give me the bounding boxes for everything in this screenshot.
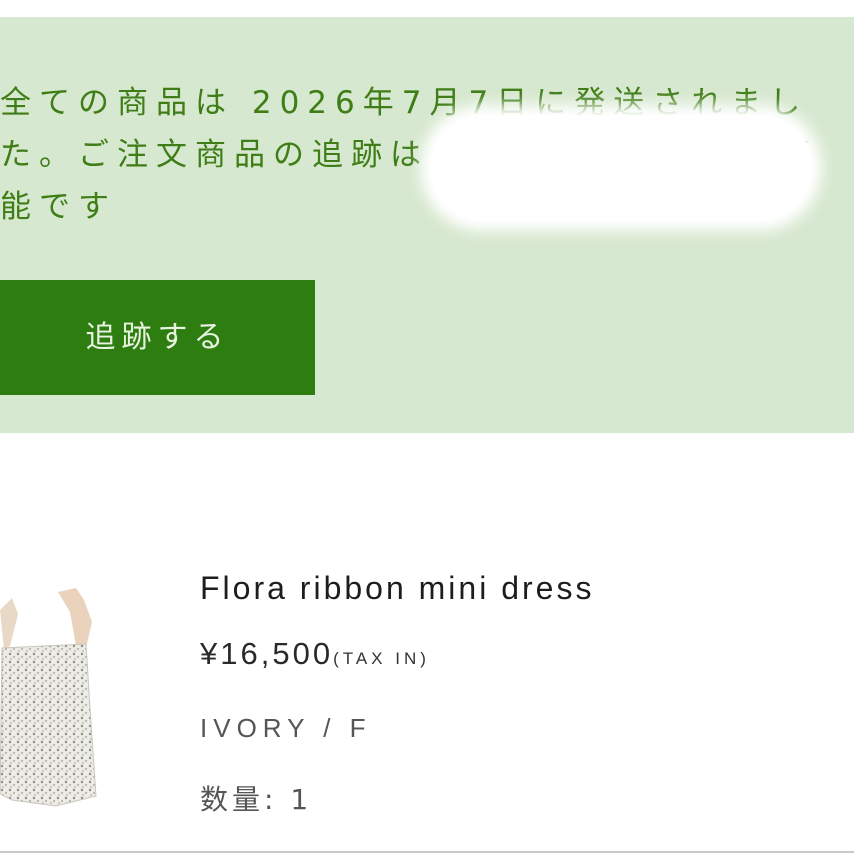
track-shipment-button[interactable]: 追跡する	[0, 280, 315, 395]
product-name[interactable]: Flora ribbon mini dress	[200, 570, 594, 607]
dress-thumbnail-image[interactable]	[0, 588, 110, 808]
product-variant: IVORY / F	[200, 713, 372, 743]
left-ribbon-strap	[0, 598, 18, 650]
price-amount: ¥16,500	[200, 636, 334, 671]
product-quantity: 数量: 1	[200, 783, 313, 816]
notice-line-2-start: た。ご注文商品の追跡は	[0, 137, 429, 173]
dress-body	[0, 644, 96, 806]
top-strip	[0, 0, 854, 17]
product-section: Flora ribbon mini dress ¥16,500(TAX IN) …	[0, 433, 854, 854]
right-ribbon-strap	[58, 588, 92, 648]
order-status-page: 全ての商品は 2026年7月7日に発送されまし た。ご注文商品の追跡は可 能です…	[0, 0, 854, 854]
tax-note: (TAX IN)	[333, 649, 430, 668]
product-price: ¥16,500(TAX IN)	[200, 636, 430, 672]
redacted-tracking-info	[430, 115, 812, 221]
bottom-divider	[0, 851, 854, 853]
shipping-notice-panel: 全ての商品は 2026年7月7日に発送されまし た。ご注文商品の追跡は可 能です…	[0, 17, 854, 433]
